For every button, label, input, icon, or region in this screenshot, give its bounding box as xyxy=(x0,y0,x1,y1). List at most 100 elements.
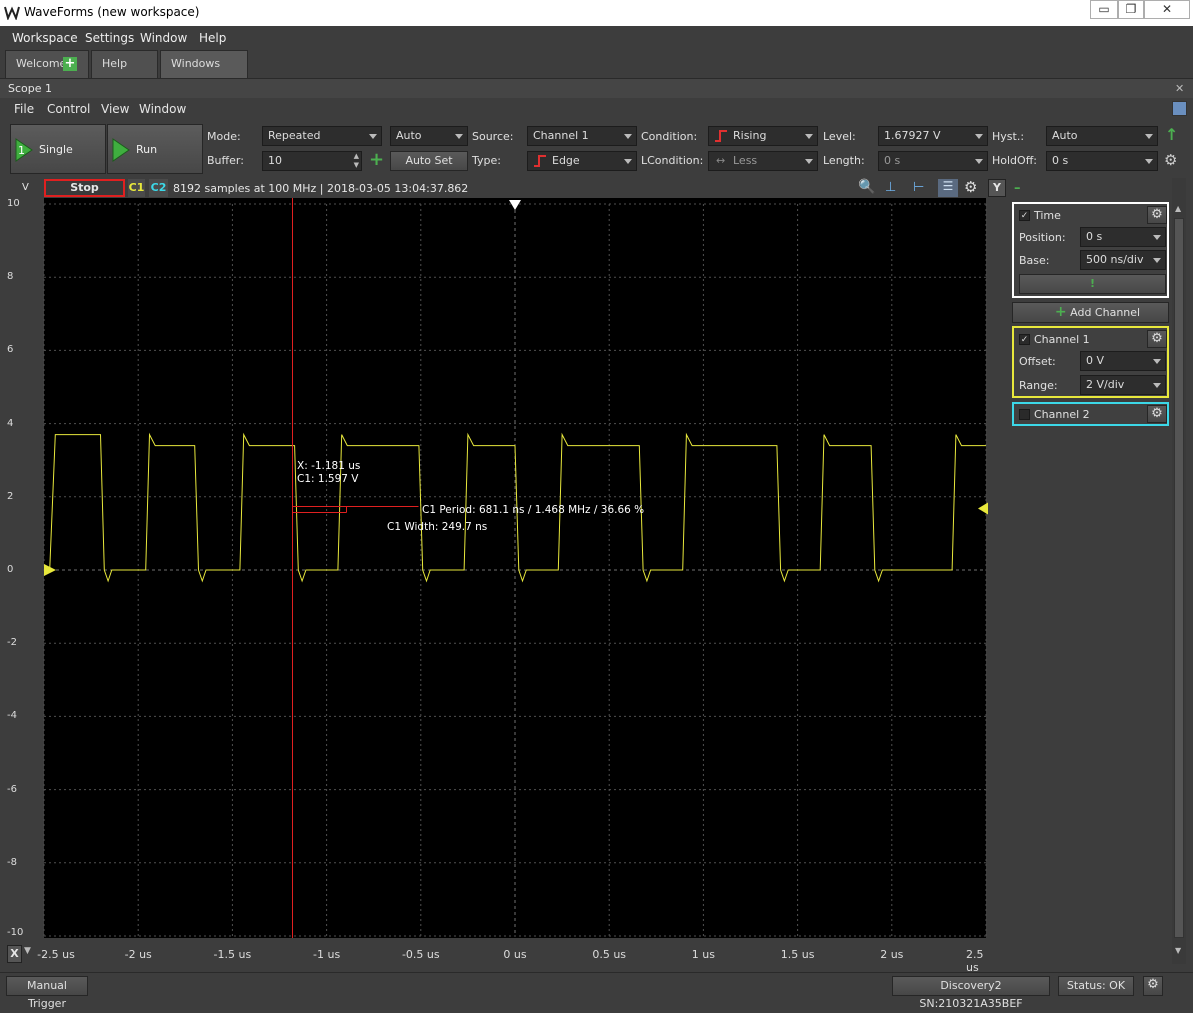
menu-workspace[interactable]: Workspace xyxy=(12,31,78,45)
c1-badge[interactable]: C1 xyxy=(128,179,145,197)
time-title: Time xyxy=(1034,209,1061,222)
tab-windows[interactable]: Windows xyxy=(160,50,248,78)
y-tick-label: 4 xyxy=(7,417,14,429)
dock-icon[interactable] xyxy=(1172,101,1187,116)
add-buffer-icon[interactable]: + xyxy=(369,149,384,170)
y-unit-label: V xyxy=(22,182,29,193)
manual-trigger-button[interactable]: Manual Trigger xyxy=(6,976,88,1010)
buffer-stepper[interactable]: 10 ▲ ▼ xyxy=(262,151,362,171)
single-button[interactable]: 1 Single xyxy=(10,124,106,174)
menu-scope-window[interactable]: Window xyxy=(139,102,186,116)
close-icon: ✕ xyxy=(1161,2,1173,16)
menu-settings[interactable]: Settings xyxy=(85,31,134,45)
lcondition-select[interactable]: ↔ Less xyxy=(708,151,818,171)
channel1-gear-button[interactable]: ⚙ xyxy=(1147,330,1167,348)
menu-help[interactable]: Help xyxy=(199,31,226,45)
channel2-checkbox[interactable] xyxy=(1019,409,1030,420)
menu-view[interactable]: View xyxy=(101,102,129,116)
condition-label: Condition: xyxy=(641,130,698,143)
gear-icon[interactable]: ⚙ xyxy=(1164,151,1177,169)
channel2-gear-button[interactable]: ⚙ xyxy=(1147,405,1167,423)
buffer-label: Buffer: xyxy=(207,154,244,167)
minimize-button[interactable]: ▭ xyxy=(1090,0,1118,19)
cursor-x-icon[interactable]: ⊥ xyxy=(885,180,896,195)
level-input[interactable]: 1.67927 V xyxy=(878,126,988,146)
y-tick-label: 6 xyxy=(7,344,14,356)
y-axis-button[interactable]: Y xyxy=(988,179,1006,197)
tab-help[interactable]: Help xyxy=(91,50,158,78)
oscilloscope-plot[interactable] xyxy=(0,198,1008,944)
mode-select[interactable]: Repeated xyxy=(262,126,382,146)
source-value: Channel 1 xyxy=(533,129,589,142)
position-input[interactable]: 0 s xyxy=(1080,227,1166,247)
type-select[interactable]: Edge xyxy=(527,151,637,171)
hyst-input[interactable]: Auto xyxy=(1046,126,1158,146)
autoset-button[interactable]: Auto Set xyxy=(390,151,468,171)
status-button[interactable]: Status: OK xyxy=(1058,976,1134,996)
menu-file[interactable]: File xyxy=(14,102,34,116)
cursor-readout: X: -1.181 us C1: 1.597 V xyxy=(297,460,360,486)
trigger-auto-select[interactable]: Auto xyxy=(390,126,468,146)
x-axis-dropdown-icon[interactable]: ▼ xyxy=(24,946,31,956)
collapse-icon[interactable]: – xyxy=(1014,181,1021,196)
y-tick-label: -2 xyxy=(7,637,17,649)
base-input[interactable]: 500 ns/div xyxy=(1080,250,1166,270)
scope-close-icon[interactable]: ✕ xyxy=(1175,82,1184,95)
arrow-up-icon[interactable]: ↑ xyxy=(1165,125,1178,144)
menu-window[interactable]: Window xyxy=(140,31,187,45)
zoom-icon[interactable]: 🔍 xyxy=(858,179,875,195)
scroll-down-icon[interactable]: ▼ xyxy=(1175,946,1181,955)
cursor-y-icon[interactable]: ⊢ xyxy=(913,180,924,195)
type-label: Type: xyxy=(472,154,501,167)
level-label: Level: xyxy=(823,130,856,143)
time-warning-button[interactable]: ! xyxy=(1019,274,1166,294)
chevron-down-icon xyxy=(1153,235,1161,240)
position-label: Position: xyxy=(1019,231,1066,244)
device-button[interactable]: Discovery2 SN:210321A35BEF xyxy=(892,976,1050,1010)
time-gear-button[interactable]: ⚙ xyxy=(1147,206,1167,224)
length-input[interactable]: 0 s xyxy=(878,151,988,171)
x-tick-label: 1 us xyxy=(691,948,715,961)
scroll-up-icon[interactable]: ▲ xyxy=(1175,204,1181,213)
settings-gear-icon[interactable]: ⚙ xyxy=(964,178,977,196)
tab-windows-label: Windows xyxy=(171,57,221,70)
mode-value: Repeated xyxy=(268,129,321,142)
y-axis-label: Y xyxy=(993,181,1001,194)
channel1-title: Channel 1 xyxy=(1034,333,1090,346)
range-value: 2 V/div xyxy=(1086,378,1125,391)
gear-icon: ⚙ xyxy=(1151,331,1163,346)
channel1-panel: ✓ Channel 1 ⚙ Offset: 0 V Range: 2 V/div xyxy=(1012,326,1169,398)
base-label: Base: xyxy=(1019,254,1050,267)
tab-welcome-label: Welcome xyxy=(16,57,67,70)
condition-select[interactable]: Rising xyxy=(708,126,818,146)
chevron-down-icon xyxy=(805,159,813,164)
title-bar: WaveForms (new workspace) ▭ ❐ ✕ xyxy=(0,0,1193,26)
range-input[interactable]: 2 V/div xyxy=(1080,375,1166,395)
plot-header: V Stop C1 C2 8192 samples at 100 MHz | 2… xyxy=(0,178,1008,198)
time-checkbox[interactable]: ✓ xyxy=(1019,210,1030,221)
add-channel-button[interactable]: + Add Channel xyxy=(1012,302,1169,323)
maximize-button[interactable]: ❐ xyxy=(1118,0,1144,19)
channel1-checkbox[interactable]: ✓ xyxy=(1019,334,1030,345)
chevron-down-icon xyxy=(1145,159,1153,164)
holdoff-input[interactable]: 0 s xyxy=(1046,151,1158,171)
c1-label: C1 xyxy=(128,181,145,194)
add-icon[interactable]: + xyxy=(63,57,77,71)
stepper-arrows-icon[interactable]: ▲ ▼ xyxy=(354,152,359,170)
source-select[interactable]: Channel 1 xyxy=(527,126,637,146)
measure-icon[interactable]: ☰ xyxy=(938,179,958,197)
add-icon: + xyxy=(1054,304,1067,320)
tab-welcome[interactable]: Welcome + xyxy=(5,50,89,78)
right-panel-scrollbar[interactable]: ▲ ▼ xyxy=(1172,178,1186,964)
close-button[interactable]: ✕ xyxy=(1144,0,1190,19)
holdoff-value: 0 s xyxy=(1052,154,1069,167)
length-value: 0 s xyxy=(884,154,901,167)
x-axis-button[interactable]: X xyxy=(7,945,22,963)
y-tick-label: 0 xyxy=(7,564,14,575)
status-gear-button[interactable]: ⚙ xyxy=(1143,976,1163,996)
c2-badge[interactable]: C2 xyxy=(149,179,168,197)
run-button[interactable]: Run xyxy=(107,124,203,174)
offset-input[interactable]: 0 V xyxy=(1080,351,1166,371)
scroll-thumb[interactable] xyxy=(1174,218,1184,938)
menu-control[interactable]: Control xyxy=(47,102,90,116)
